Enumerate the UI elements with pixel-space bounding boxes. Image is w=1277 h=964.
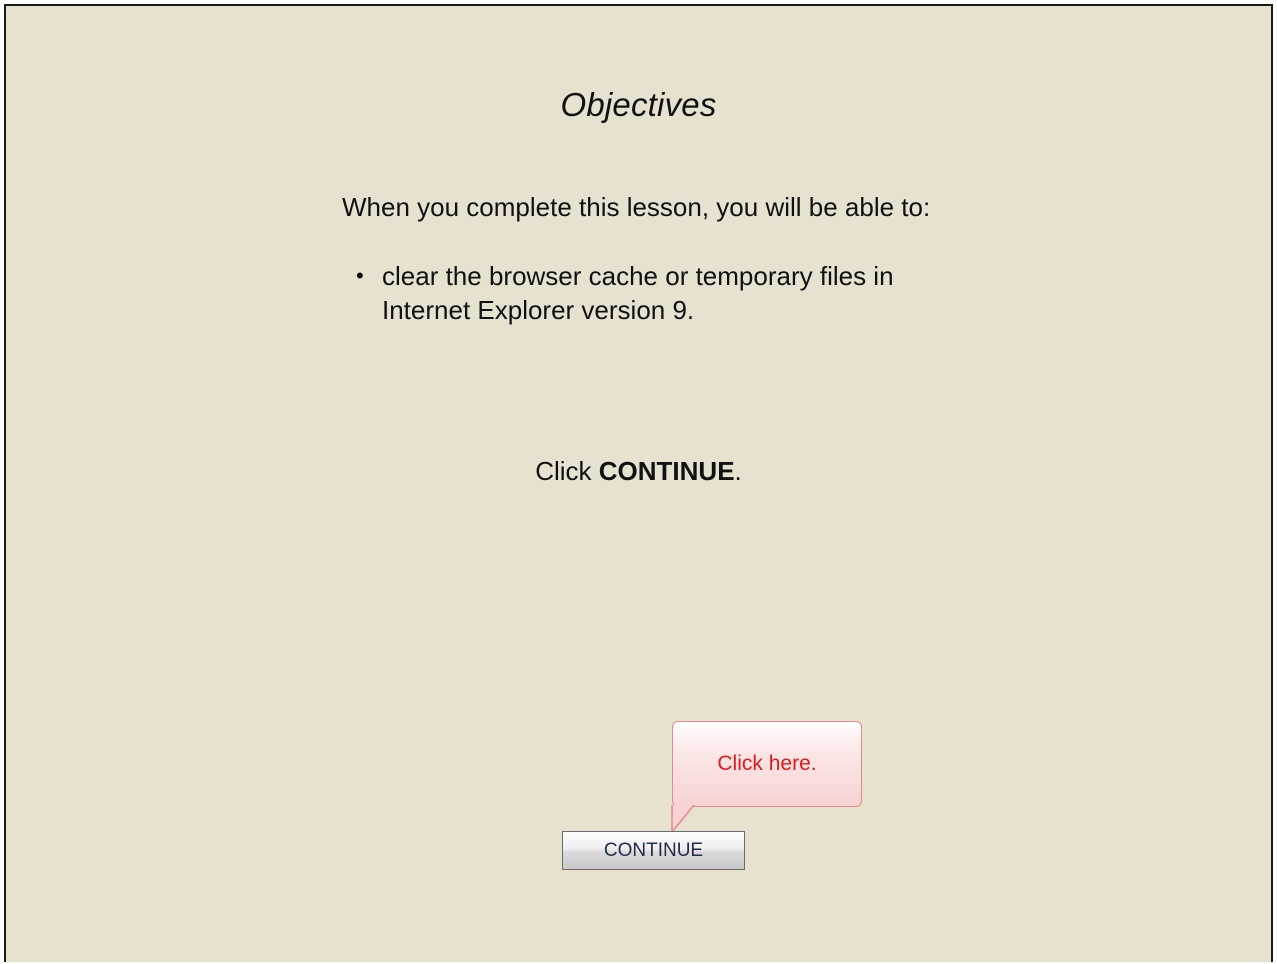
instruction-text: Click CONTINUE. <box>6 456 1271 487</box>
callout-text: Click here. <box>717 752 817 775</box>
intro-text: When you complete this lesson, you will … <box>342 192 931 222</box>
click-here-callout: Click here. <box>672 721 862 807</box>
lesson-slide: Objectives When you complete this lesson… <box>4 4 1273 962</box>
continue-button[interactable]: CONTINUE <box>562 831 745 870</box>
bullet-icon: • <box>356 263 364 288</box>
instruction-suffix: . <box>734 456 742 486</box>
objectives-list: • clear the browser cache or temporary f… <box>356 259 942 327</box>
objective-text: clear the browser cache or temporary fil… <box>382 261 894 325</box>
list-item: • clear the browser cache or temporary f… <box>356 259 942 327</box>
instruction-prefix: Click <box>535 456 599 486</box>
instruction-emphasis: CONTINUE <box>598 456 735 486</box>
page-title: Objectives <box>560 86 717 123</box>
